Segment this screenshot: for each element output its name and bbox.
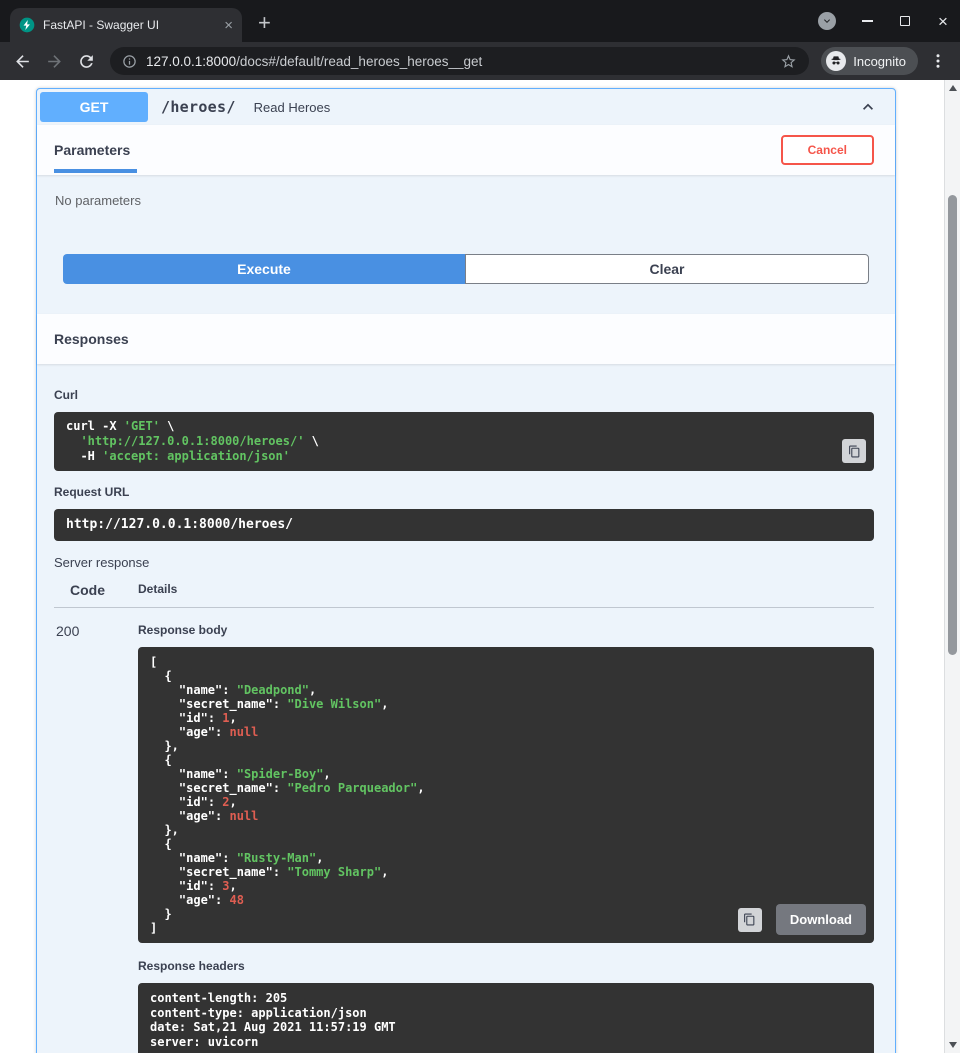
browser-toolbar: 127.0.0.1:8000/docs#/default/read_heroes… [0, 42, 960, 80]
response-body-block: [ { "name": "Deadpond", "secret_name": "… [138, 647, 874, 943]
copy-response-button[interactable] [738, 908, 762, 932]
tab-close-icon[interactable]: × [224, 18, 233, 33]
responses-title: Responses [54, 331, 129, 347]
response-body-json: [ { "name": "Deadpond", "secret_name": "… [138, 647, 874, 943]
responses-header: Responses [37, 314, 895, 364]
status-code: 200 [54, 623, 138, 1053]
tab-search-icon[interactable] [818, 12, 836, 30]
download-button[interactable]: Download [776, 904, 866, 935]
scroll-down-button[interactable] [945, 1037, 960, 1053]
url-host: 127.0.0.1:8000 [146, 54, 236, 69]
execute-row: Execute Clear [63, 254, 869, 284]
incognito-badge: Incognito [821, 47, 918, 75]
address-bar[interactable]: 127.0.0.1:8000/docs#/default/read_heroes… [110, 47, 809, 75]
curl-block: curl -X 'GET' \ 'http://127.0.0.1:8000/h… [54, 412, 874, 471]
fastapi-favicon-icon [19, 17, 35, 33]
responses-body: Curl curl -X 'GET' \ 'http://127.0.0.1:8… [37, 364, 895, 1053]
parameters-title: Parameters [54, 142, 130, 158]
page-content: GET /heroes/ Read Heroes Parameters Canc… [0, 80, 960, 1053]
clear-button[interactable]: Clear [465, 254, 869, 284]
browser-tab[interactable]: FastAPI - Swagger UI × [10, 8, 242, 42]
maximize-button[interactable] [898, 14, 912, 28]
response-table-header: Code Details [54, 582, 874, 608]
scrollbar-track[interactable] [944, 80, 960, 1053]
curl-label: Curl [54, 388, 874, 402]
browser-tab-bar: FastAPI - Swagger UI × + × [0, 0, 960, 42]
request-url-value: http://127.0.0.1:8000/heroes/ [54, 509, 874, 541]
opblock-summary[interactable]: GET /heroes/ Read Heroes [37, 89, 895, 125]
cancel-button[interactable]: Cancel [781, 135, 874, 165]
opblock-get-heroes: GET /heroes/ Read Heroes Parameters Canc… [36, 88, 896, 1053]
copy-curl-button[interactable] [842, 439, 866, 463]
incognito-label: Incognito [853, 54, 906, 69]
endpoint-summary: Read Heroes [254, 100, 858, 115]
response-details-header: Details [138, 582, 177, 598]
site-info-icon[interactable] [122, 54, 137, 69]
bookmark-star-icon[interactable] [780, 53, 797, 70]
no-parameters-text: No parameters [55, 193, 878, 208]
back-button[interactable] [10, 49, 34, 73]
response-code-header: Code [54, 582, 138, 598]
window-controls: × [818, 0, 950, 42]
response-body-label: Response body [138, 623, 874, 637]
endpoint-path: /heroes/ [161, 98, 236, 116]
url-path: /docs#/default/read_heroes_heroes__get [236, 54, 482, 69]
reload-button[interactable] [74, 49, 98, 73]
parameters-header: Parameters Cancel [37, 125, 895, 175]
minimize-button[interactable] [860, 14, 874, 28]
window-close-button[interactable]: × [936, 14, 950, 28]
curl-command: curl -X 'GET' \ 'http://127.0.0.1:8000/h… [54, 412, 874, 471]
response-headers-block: content-length: 205 content-type: applic… [138, 983, 874, 1053]
forward-button[interactable] [42, 49, 66, 73]
new-tab-button[interactable]: + [258, 12, 271, 34]
scroll-up-button[interactable] [945, 80, 960, 96]
parameters-body: No parameters Execute Clear [37, 175, 895, 314]
server-response-label: Server response [54, 555, 874, 570]
scrollbar-thumb[interactable] [948, 195, 957, 655]
request-url-label: Request URL [54, 485, 874, 499]
incognito-icon [826, 51, 846, 71]
tab-title: FastAPI - Swagger UI [43, 18, 216, 32]
method-badge: GET [40, 92, 148, 122]
collapse-chevron-icon[interactable] [858, 97, 878, 117]
response-headers-label: Response headers [138, 959, 874, 973]
execute-button[interactable]: Execute [63, 254, 465, 284]
url-text: 127.0.0.1:8000/docs#/default/read_heroes… [146, 54, 771, 69]
response-row: 200 Response body [ { "name": "Deadpond"… [54, 608, 874, 1053]
browser-menu-icon[interactable] [926, 49, 950, 73]
